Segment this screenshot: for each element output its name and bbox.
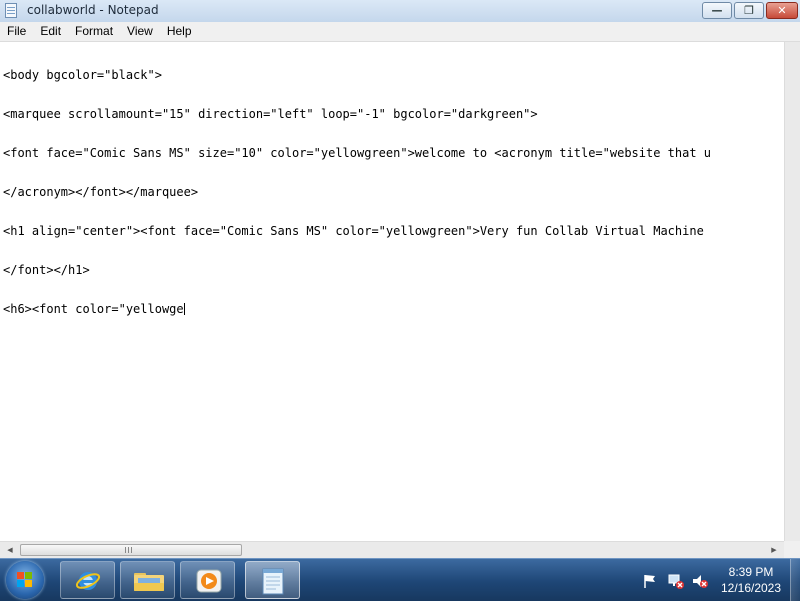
editor-line: <marquee scrollamount="15" direction="le…	[3, 107, 538, 121]
minimize-button[interactable]: —	[702, 2, 732, 19]
grip-icon	[125, 547, 133, 553]
scroll-right-icon[interactable]: ▶	[766, 542, 782, 558]
internet-explorer-icon	[75, 572, 101, 590]
horizontal-scrollbar[interactable]: ◀ ▶	[0, 541, 784, 558]
scroll-left-icon[interactable]: ◀	[2, 542, 18, 558]
editor-content[interactable]: <body bgcolor="black"> <marquee scrollam…	[3, 43, 711, 342]
close-button[interactable]: ✕	[766, 2, 798, 19]
menu-view[interactable]: View	[120, 22, 160, 41]
network-icon[interactable]	[668, 573, 684, 589]
menu-edit[interactable]: Edit	[33, 22, 68, 41]
window-title: collabworld - Notepad	[27, 3, 159, 17]
windows-logo-icon	[17, 572, 33, 588]
close-icon: ✕	[777, 4, 787, 17]
editor-line: <body bgcolor="black">	[3, 68, 162, 82]
taskbar: 8:39 PM 12/16/2023	[0, 558, 800, 601]
start-button[interactable]	[6, 561, 44, 599]
notepad-icon	[262, 568, 284, 595]
title-bar[interactable]: collabworld - Notepad — ❐ ✕	[0, 0, 800, 23]
restore-icon: ❐	[744, 4, 754, 17]
scrollbar-corner	[784, 541, 800, 558]
horizontal-scroll-thumb[interactable]	[20, 544, 242, 556]
menu-bar: File Edit Format View Help	[0, 22, 800, 42]
editor-line: <h1 align="center"><font face="Comic San…	[3, 224, 704, 238]
media-player-icon	[196, 569, 222, 593]
action-center-flag-icon[interactable]	[642, 573, 658, 589]
taskbar-internet-explorer[interactable]	[60, 561, 115, 599]
editor-line-text: <h6><font color="yellowge	[3, 302, 184, 316]
maximize-button[interactable]: ❐	[734, 2, 764, 19]
show-desktop-button[interactable]	[790, 559, 800, 601]
menu-help[interactable]: Help	[160, 22, 199, 41]
vertical-scrollbar[interactable]	[784, 42, 800, 541]
notepad-icon	[5, 3, 17, 18]
editor-line: </acronym></font></marquee>	[3, 185, 199, 199]
editor-line-current: <h6><font color="yellowge	[3, 303, 711, 316]
taskbar-notepad[interactable]	[245, 561, 300, 599]
clock-date: 12/16/2023	[720, 581, 782, 595]
editor-line: <font face="Comic Sans MS" size="10" col…	[3, 146, 712, 160]
minimize-icon: —	[711, 4, 723, 17]
menu-file[interactable]: File	[0, 22, 33, 41]
file-explorer-icon	[134, 573, 164, 591]
clock-time: 8:39 PM	[728, 565, 774, 579]
taskbar-clock[interactable]: 8:39 PM 12/16/2023	[716, 564, 786, 596]
taskbar-media-player[interactable]	[180, 561, 235, 599]
menu-format[interactable]: Format	[68, 22, 120, 41]
volume-muted-icon[interactable]	[692, 573, 708, 589]
text-caret	[183, 303, 185, 315]
taskbar-file-explorer[interactable]	[120, 561, 175, 599]
text-editor[interactable]: <body bgcolor="black"> <marquee scrollam…	[0, 42, 785, 541]
editor-line: </font></h1>	[3, 263, 90, 277]
